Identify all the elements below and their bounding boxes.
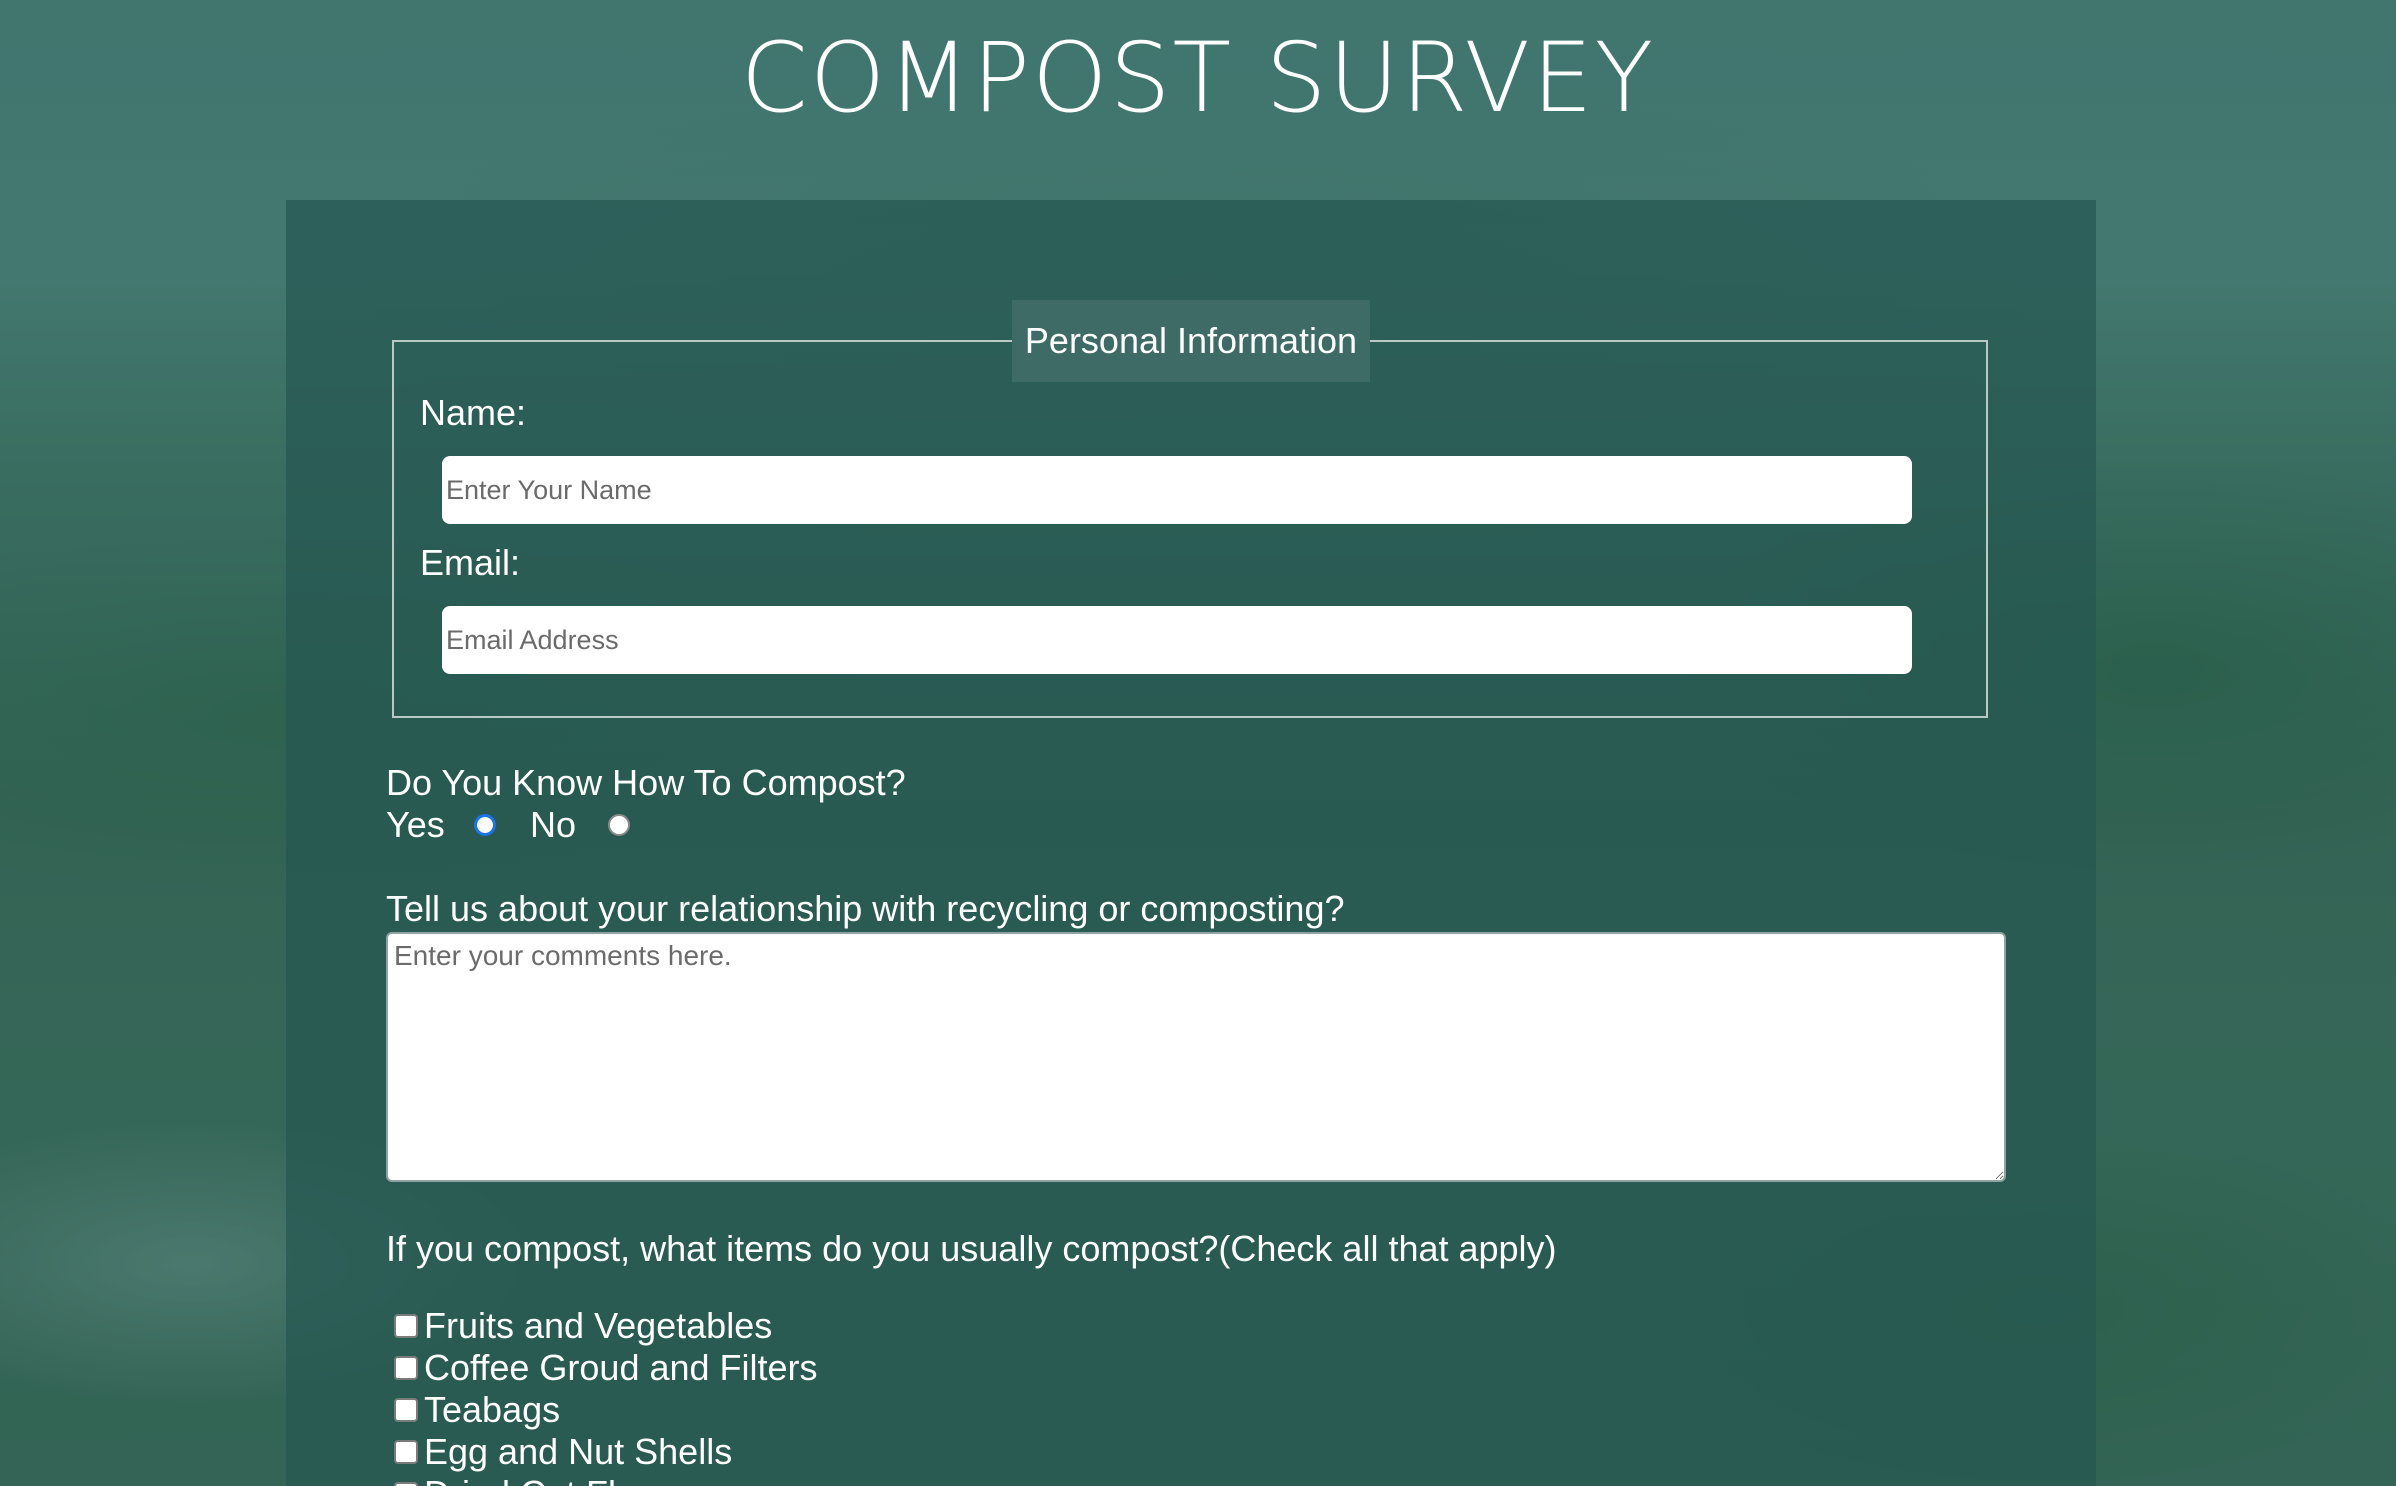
radio-yes[interactable]	[474, 814, 496, 836]
email-label: Email:	[420, 542, 521, 583]
checkbox-row-shells: Egg and Nut Shells	[394, 1431, 733, 1472]
radio-yes-label: Yes	[386, 804, 445, 845]
name-input[interactable]	[442, 456, 1912, 524]
personal-info-legend: Personal Information	[1012, 300, 1370, 382]
checkbox-row-teabags: Teabags	[394, 1389, 561, 1430]
radio-no-label: No	[530, 804, 577, 845]
checkbox-flowers[interactable]	[394, 1482, 418, 1486]
comments-label: Tell us about your relationship with rec…	[386, 888, 1345, 929]
checkbox-row-flowers: Dried Cut Flowers	[394, 1473, 712, 1486]
name-label: Name:	[420, 392, 527, 433]
checkbox-shells[interactable]	[394, 1440, 418, 1464]
checkbox-label: Fruits and Vegetables	[424, 1305, 773, 1346]
comments-textarea[interactable]	[386, 932, 2006, 1182]
compost-question-label: Do You Know How To Compost?	[386, 762, 906, 803]
checkbox-row-fruits: Fruits and Vegetables	[394, 1305, 773, 1346]
survey-form: Personal Information Name: Email: Do You…	[286, 200, 2096, 1486]
checkbox-label: Teabags	[424, 1389, 561, 1430]
checkbox-label: Egg and Nut Shells	[424, 1431, 733, 1472]
checkbox-coffee[interactable]	[394, 1356, 418, 1380]
radio-no[interactable]	[608, 814, 630, 836]
checkbox-teabags[interactable]	[394, 1398, 418, 1422]
checkbox-label: Dried Cut Flowers	[424, 1473, 712, 1486]
email-input[interactable]	[442, 606, 1912, 674]
checkbox-row-coffee: Coffee Groud and Filters	[394, 1347, 818, 1388]
items-question-label: If you compost, what items do you usuall…	[386, 1228, 1557, 1269]
checkbox-fruits[interactable]	[394, 1314, 418, 1338]
page-title: COMPOST SURVEY	[740, 22, 1656, 134]
checkbox-label: Coffee Groud and Filters	[424, 1347, 818, 1388]
